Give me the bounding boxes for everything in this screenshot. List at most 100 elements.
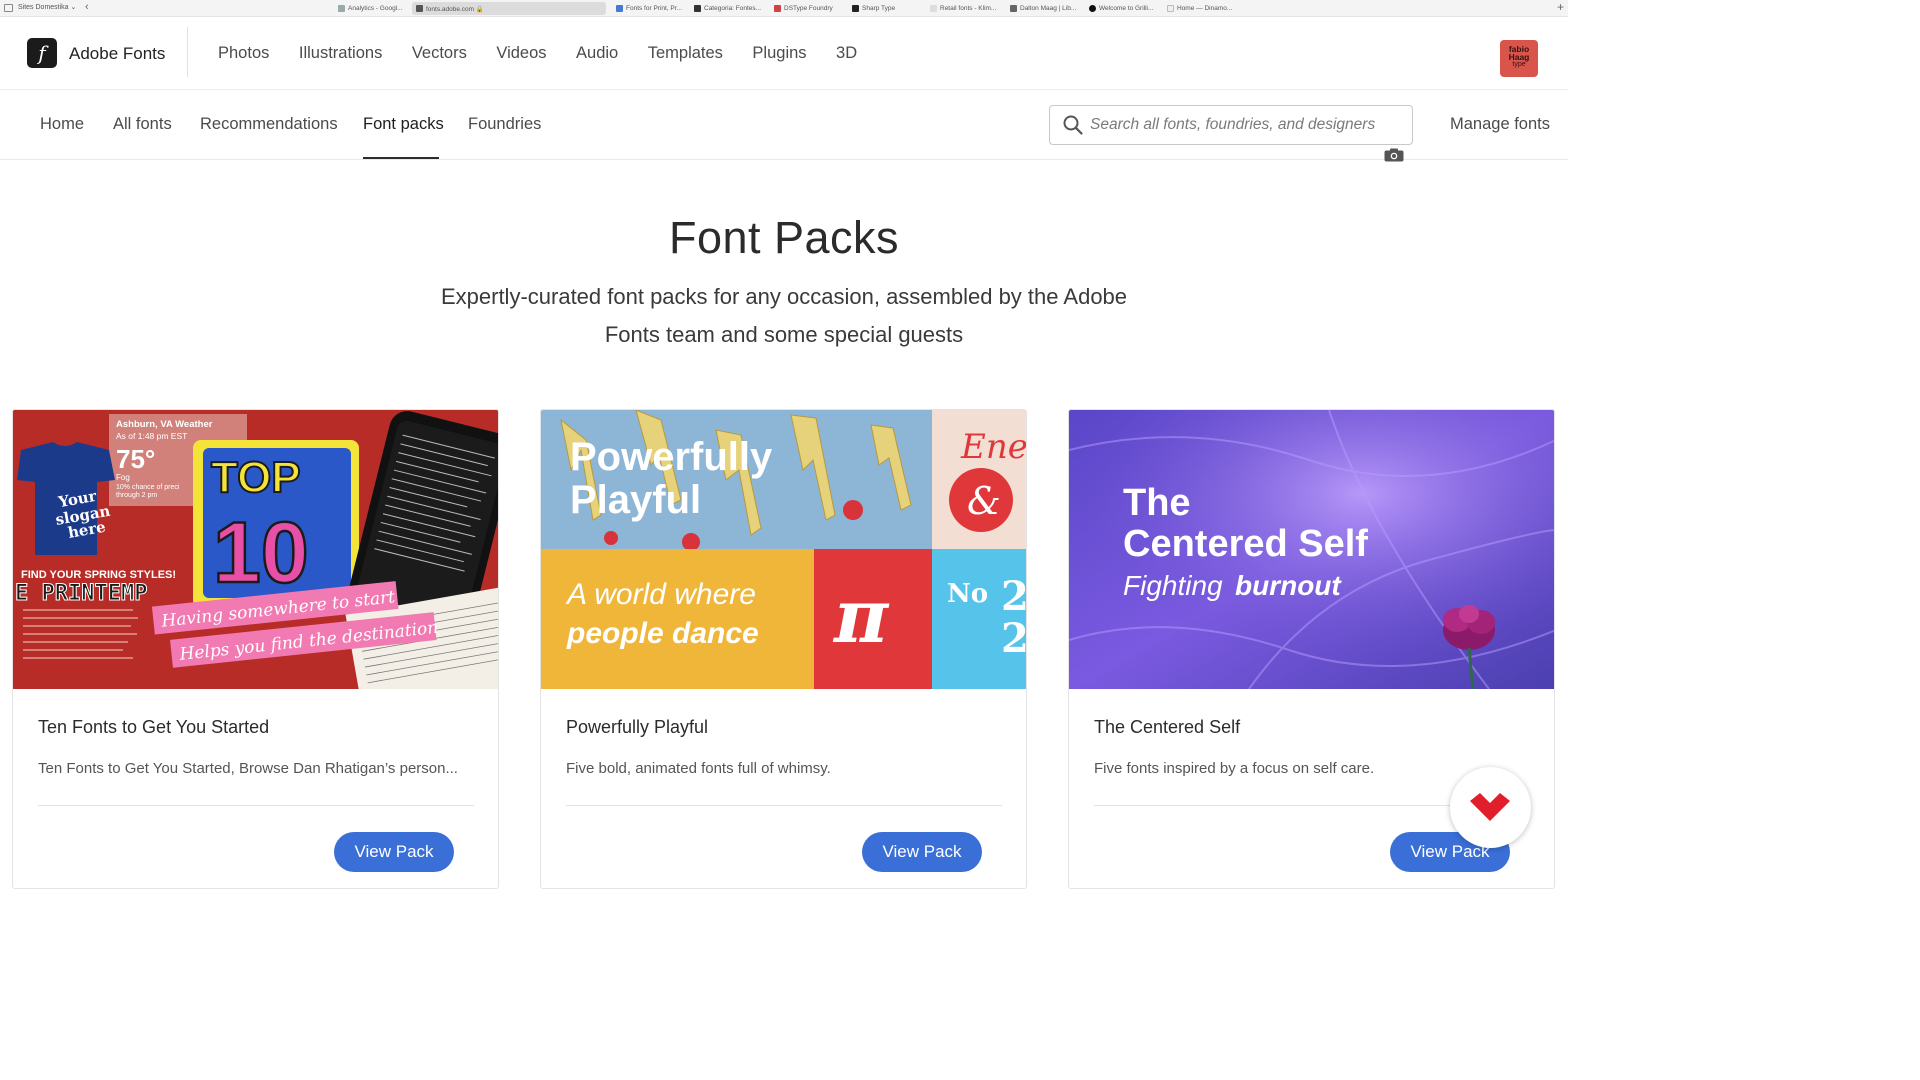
browser-tab[interactable]: Home — Dinamo... [1163, 2, 1237, 15]
domestika-badge[interactable] [1450, 767, 1531, 848]
nav-3d[interactable]: 3D [836, 44, 857, 63]
tab-label: Retail fonts - Klim... [940, 5, 997, 12]
number-text: No [947, 579, 988, 609]
global-header: f Adobe Fonts Photos Illustrations Vecto… [0, 17, 1568, 90]
avatar-line: Haag [1508, 52, 1530, 62]
card-title[interactable]: Ten Fonts to Get You Started [38, 717, 269, 738]
global-nav: Photos Illustrations Vectors Videos Audi… [218, 44, 887, 63]
camera-icon[interactable] [1384, 148, 1404, 162]
nav-templates[interactable]: Templates [648, 44, 723, 63]
world-text: people dance [566, 617, 759, 650]
browser-tab-active[interactable]: fonts.adobe.com 🔒 [412, 2, 606, 15]
number-text: 2 [1001, 615, 1027, 662]
energy-text: Energ [960, 427, 1027, 467]
tab-label: DSType Foundry [784, 5, 833, 12]
headline-text: Playful [570, 478, 701, 522]
card-image-centered-self[interactable]: The Centered Self Fighting burnout [1069, 410, 1555, 689]
card-description: Ten Fonts to Get You Started, Browse Dan… [38, 760, 458, 777]
sidebar-toggle-icon[interactable] [4, 4, 13, 12]
card-title[interactable]: The Centered Self [1094, 717, 1240, 738]
view-pack-button[interactable]: View Pack [862, 832, 982, 872]
active-tab-indicator [363, 157, 439, 159]
tab-label: Home — Dinamo... [1177, 5, 1233, 12]
avatar[interactable]: fabio Haag type [1500, 40, 1538, 77]
printemps-text: E PRINTEMP [15, 581, 147, 606]
brand-name[interactable]: Adobe Fonts [69, 44, 165, 64]
browser-tab-strip: Sites Domestika ⌄ ‹ Analytics - Googl...… [0, 0, 1568, 17]
ampersand-text: & [967, 479, 1001, 523]
browser-tab[interactable]: Fonts for Print, Pr... [612, 2, 684, 15]
subnav-foundries[interactable]: Foundries [468, 115, 541, 134]
card-divider [38, 805, 474, 806]
search-icon[interactable] [1063, 115, 1083, 135]
favicon-icon [694, 5, 701, 12]
pi-text: π [832, 574, 890, 660]
nav-illustrations[interactable]: Illustrations [299, 44, 382, 63]
nav-photos[interactable]: Photos [218, 44, 269, 63]
tab-label: Categoria: Fontes... [704, 5, 762, 12]
browser-tab[interactable]: Analytics - Googl... [334, 2, 408, 15]
card-image-ten-fonts[interactable]: Ashburn, VA Weather As of 1:48 pm EST 75… [13, 410, 499, 689]
headline-text: burnout [1235, 570, 1342, 601]
avatar-line: type [1512, 61, 1526, 68]
view-pack-button[interactable]: View Pack [334, 832, 454, 872]
tab-label: Welcome to Grilli... [1099, 5, 1154, 12]
font-pack-card[interactable]: Powerfully Playful Energ & A world where… [540, 409, 1027, 889]
tab-group-label[interactable]: Sites Domestika ⌄ [18, 3, 76, 11]
subtitle-line: Fonts team and some special guests [604, 322, 964, 347]
subnav-recommendations[interactable]: Recommendations [200, 115, 338, 134]
subnav-all-fonts[interactable]: All fonts [113, 115, 172, 134]
page-subtitle: Expertly-curated font packs for any occa… [424, 278, 1144, 354]
search-box [1049, 105, 1413, 145]
subnav-font-packs[interactable]: Font packs [363, 115, 444, 134]
favicon-icon [1167, 5, 1174, 12]
subnav-home[interactable]: Home [40, 115, 84, 134]
favicon-icon [852, 5, 859, 12]
nav-videos[interactable]: Videos [496, 44, 546, 63]
card-description: Five bold, animated fonts full of whimsy… [566, 760, 831, 777]
heart-logo-icon [1470, 793, 1510, 821]
tab-label: Fonts for Print, Pr... [626, 5, 682, 12]
spring-text: FIND YOUR SPRING STYLES! [21, 569, 176, 581]
number-text: 2 [1001, 573, 1027, 620]
card-image-powerfully-playful[interactable]: Powerfully Playful Energ & A world where… [541, 410, 1027, 689]
world-text: A world where [565, 578, 756, 611]
browser-tab[interactable]: Categoria: Fontes... [690, 2, 764, 15]
weather-time: As of 1:48 pm EST [116, 431, 187, 441]
weather-city: Ashburn, VA Weather [116, 419, 213, 430]
favicon-icon [616, 5, 623, 12]
browser-tab[interactable]: Retail fonts - Klim... [926, 2, 1000, 15]
tab-label: Analytics - Googl... [348, 5, 403, 12]
manage-fonts-link[interactable]: Manage fonts [1450, 115, 1550, 134]
card-divider [566, 805, 1002, 806]
headline-text: Centered Self [1123, 523, 1368, 565]
favicon-icon [1089, 5, 1096, 12]
back-icon[interactable]: ‹ [85, 1, 89, 13]
search-input[interactable] [1090, 106, 1408, 144]
weather-desc: Fog [116, 473, 130, 482]
card-title[interactable]: Powerfully Playful [566, 717, 708, 738]
tab-label: fonts.adobe.com 🔒 [426, 6, 484, 13]
headline-text: The [1123, 482, 1191, 524]
page-title: Font Packs [668, 212, 900, 263]
new-tab-icon[interactable]: + [1557, 0, 1564, 14]
subtitle-line: Expertly-curated font packs for any occa… [440, 284, 1128, 309]
weather-desc: through 2 pm [116, 492, 157, 499]
nav-audio[interactable]: Audio [576, 44, 618, 63]
favicon-icon [1010, 5, 1017, 12]
browser-tab[interactable]: DSType Foundry [770, 2, 842, 15]
browser-tab[interactable]: Dalton Maag | Lib... [1006, 2, 1080, 15]
favicon-icon [338, 5, 345, 12]
adobe-fonts-logo-icon[interactable]: f [27, 38, 57, 68]
weather-desc: 10% chance of preci [116, 484, 180, 491]
browser-tab[interactable]: Sharp Type [848, 2, 920, 15]
favicon-icon [930, 5, 937, 12]
nav-vectors[interactable]: Vectors [412, 44, 467, 63]
header-divider [187, 27, 188, 77]
headline-text: Powerfully [570, 435, 773, 479]
browser-tab[interactable]: Welcome to Grilli... [1085, 2, 1159, 15]
font-pack-card[interactable]: Ashburn, VA Weather As of 1:48 pm EST 75… [12, 409, 499, 889]
top-text: TOP [211, 453, 301, 502]
weather-temp: 75° [116, 444, 155, 474]
nav-plugins[interactable]: Plugins [752, 44, 806, 63]
